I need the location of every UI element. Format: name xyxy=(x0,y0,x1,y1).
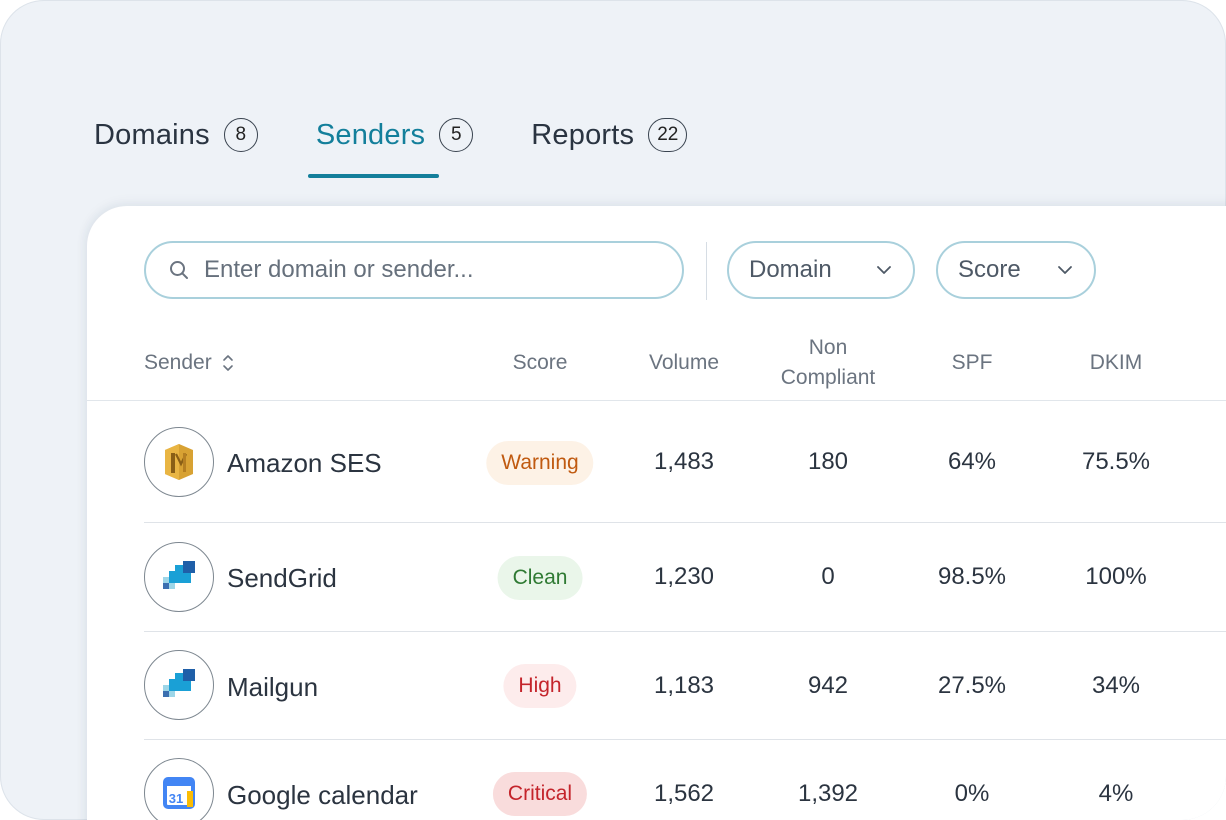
tab-reports[interactable]: Reports 22 xyxy=(531,118,688,152)
column-header-non-compliant-line2: Compliant xyxy=(780,366,876,389)
table-row[interactable]: SendGrid Clean 1,230 0 98.5% 100% xyxy=(144,523,1226,632)
column-header-non-compliant-line1: Non xyxy=(808,336,848,359)
column-header-score[interactable]: Score xyxy=(490,348,590,378)
non-compliant-value: 180 xyxy=(807,448,849,475)
sort-icon xyxy=(222,355,233,371)
filter-divider xyxy=(706,242,707,300)
google-calendar-icon: 31 xyxy=(144,758,214,820)
dkim-value: 34% xyxy=(1091,672,1141,699)
tab-domains-label: Domains xyxy=(94,118,210,151)
non-compliant-value: 942 xyxy=(807,672,849,699)
volume-value: 1,483 xyxy=(653,448,715,475)
app-frame: Domains 8 Senders 5 Reports 22 Enter dom… xyxy=(0,0,1226,820)
spf-value: 27.5% xyxy=(937,672,1007,699)
tab-domains-count: 8 xyxy=(223,118,258,152)
non-compliant-value: 0 xyxy=(821,563,835,590)
table-row[interactable]: 31 Google calendar Critical 1,562 1,392 … xyxy=(144,740,1226,820)
search-icon xyxy=(168,259,190,281)
tab-senders-label: Senders xyxy=(315,118,426,151)
active-tab-indicator xyxy=(307,174,439,178)
spf-value: 0% xyxy=(954,780,990,807)
column-header-volume[interactable]: Volume xyxy=(624,348,744,378)
tab-senders[interactable]: Senders 5 xyxy=(307,118,474,178)
column-header-spf[interactable]: SPF xyxy=(932,348,1012,378)
status-badge: Critical xyxy=(492,772,588,816)
dkim-value: 4% xyxy=(1098,780,1134,807)
chevron-down-icon xyxy=(877,266,891,274)
chevron-down-icon xyxy=(1058,266,1072,274)
domain-filter-dropdown[interactable]: Domain xyxy=(727,241,915,299)
column-header-dkim[interactable]: DKIM xyxy=(1071,348,1161,378)
tab-reports-count: 22 xyxy=(648,118,688,152)
amazon-ses-icon xyxy=(144,427,214,497)
tab-reports-label: Reports xyxy=(531,118,635,151)
svg-text:31: 31 xyxy=(169,791,183,806)
volume-value: 1,230 xyxy=(653,563,715,590)
sender-name: Amazon SES xyxy=(227,448,382,478)
status-badge: Warning xyxy=(486,441,594,485)
table-row[interactable]: Mailgun High 1,183 942 27.5% 34% xyxy=(144,632,1226,740)
spf-value: 98.5% xyxy=(937,563,1007,590)
column-header-sender-label: Sender xyxy=(144,351,212,374)
status-badge: High xyxy=(503,664,577,708)
sender-name: SendGrid xyxy=(227,563,337,593)
search-input[interactable]: Enter domain or sender... xyxy=(144,241,684,299)
score-filter-dropdown[interactable]: Score xyxy=(936,241,1096,299)
tab-senders-count: 5 xyxy=(439,118,474,152)
non-compliant-value: 1,392 xyxy=(797,780,859,807)
volume-value: 1,183 xyxy=(653,672,715,699)
column-header-sender[interactable]: Sender xyxy=(144,348,234,378)
column-header-non-compliant[interactable]: Non Compliant xyxy=(758,333,898,393)
status-badge: Clean xyxy=(497,556,583,600)
domain-filter-label: Domain xyxy=(749,256,832,283)
dkim-value: 100% xyxy=(1085,563,1147,590)
sender-name: Mailgun xyxy=(227,672,319,702)
spf-value: 64% xyxy=(947,448,997,475)
volume-value: 1,562 xyxy=(653,780,715,807)
score-filter-label: Score xyxy=(958,256,1021,283)
table-row[interactable]: Amazon SES Warning 1,483 180 64% 75.5% xyxy=(144,401,1226,523)
search-placeholder: Enter domain or sender... xyxy=(204,256,474,283)
tab-bar: Domains 8 Senders 5 Reports 22 xyxy=(94,118,688,178)
sendgrid-icon xyxy=(144,542,214,612)
dkim-value: 75.5% xyxy=(1081,448,1151,475)
tab-domains[interactable]: Domains 8 xyxy=(94,118,258,152)
sendgrid-style-icon xyxy=(144,650,214,720)
senders-panel: Enter domain or sender... Domain Score S… xyxy=(87,206,1226,820)
